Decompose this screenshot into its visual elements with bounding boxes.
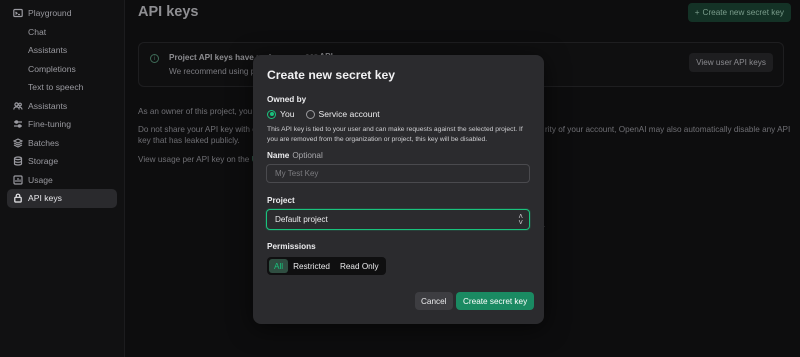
permission-read-only[interactable]: Read Only <box>335 259 384 273</box>
permissions-label: Permissions <box>267 242 316 251</box>
sidebar-item-completions[interactable]: Completions <box>0 60 124 79</box>
radio-service-account-label[interactable]: Service account <box>319 109 380 119</box>
sidebar-item-label: Completions <box>28 63 76 74</box>
permission-all[interactable]: All <box>269 259 289 273</box>
info-icon: i <box>150 54 159 63</box>
banner-text: We recommend using pr <box>169 67 259 76</box>
stack-icon <box>13 138 23 148</box>
permission-restricted[interactable]: Restricted <box>288 259 335 273</box>
create-secret-key-dialog: Create new secret key Owned by You Servi… <box>253 55 544 324</box>
chevron-up-down-icon: ˄ ˅ <box>518 212 523 227</box>
create-button-label: Create new secret key <box>702 8 784 17</box>
tune-icon <box>13 119 23 129</box>
share-warning-text: Do not share your API key with oth <box>138 125 264 134</box>
name-label-text: Name <box>267 151 290 160</box>
view-user-api-keys-button[interactable]: View user API keys <box>689 53 773 72</box>
sidebar-item-label: API keys <box>28 193 62 204</box>
project-select[interactable]: Default project ˄ ˅ <box>266 209 530 230</box>
sidebar-item-storage[interactable]: Storage <box>0 152 124 171</box>
radio-you-label[interactable]: You <box>280 109 295 119</box>
sidebar-item-label: Fine-tuning <box>28 119 71 130</box>
sidebar-item-text-to-speech[interactable]: Text to speech <box>0 78 124 97</box>
database-icon <box>13 156 23 166</box>
radio-you[interactable] <box>267 109 276 119</box>
sidebar-item-chat[interactable]: Chat <box>0 23 124 42</box>
usage-paragraph: View usage per API key on the Us <box>138 155 262 164</box>
radio-service-account[interactable] <box>305 109 315 119</box>
project-select-value: Default project <box>275 215 328 224</box>
key-name-input[interactable]: My Test Key <box>266 164 530 183</box>
lock-icon <box>13 193 23 203</box>
sidebar-item-label: Usage <box>28 174 53 185</box>
sidebar-item-fine-tuning[interactable]: Fine-tuning <box>0 115 124 134</box>
name-label: Name Optional <box>267 151 323 160</box>
owner-help-text: This API key is tied to your user and ca… <box>267 126 523 144</box>
cancel-button[interactable]: Cancel <box>415 292 453 310</box>
sidebar-item-label: Chat <box>28 26 47 37</box>
people-icon <box>13 101 23 111</box>
chart-icon <box>13 175 23 185</box>
leaked-key-text: key that has leaked publicly. <box>138 136 240 145</box>
owned-by-label: Owned by <box>267 95 307 104</box>
sidebar-item-label: Assistants <box>28 45 68 56</box>
owner-paragraph: As an owner of this project, you ca <box>138 107 264 116</box>
sidebar-item-api-keys[interactable]: API keys <box>7 189 117 208</box>
owner-radio-group: You Service account <box>267 109 380 119</box>
project-label: Project <box>267 196 295 205</box>
optional-hint: Optional <box>292 151 323 160</box>
sidebar: Playground Chat Assistants Completions T… <box>0 0 125 357</box>
permissions-segmented-control: All Restricted Read Only <box>267 257 386 275</box>
page-title: API keys <box>138 4 199 20</box>
dialog-title: Create new secret key <box>267 68 396 82</box>
share-warning-text-right: rity of your account, OpenAI may also au… <box>545 125 791 134</box>
sidebar-item-usage[interactable]: Usage <box>0 171 124 190</box>
sidebar-item-playground[interactable]: Playground <box>0 4 124 23</box>
sidebar-item-label: Storage <box>28 156 59 167</box>
sidebar-item-label: Assistants <box>28 100 68 111</box>
sidebar-item-assistants[interactable]: Assistants <box>0 97 124 116</box>
terminal-icon <box>13 8 23 18</box>
sidebar-item-label: Batches <box>28 137 60 148</box>
create-new-secret-key-button[interactable]: + Create new secret key <box>687 3 791 22</box>
sidebar-item-label: Playground <box>28 8 72 19</box>
sidebar-item-playground-assistants[interactable]: Assistants <box>0 41 124 60</box>
create-secret-key-button[interactable]: Create secret key <box>456 292 535 310</box>
sidebar-item-batches[interactable]: Batches <box>0 134 124 153</box>
usage-text: View usage per API key on the <box>138 155 252 164</box>
sidebar-item-label: Text to speech <box>28 82 84 93</box>
plus-icon: + <box>694 8 700 17</box>
